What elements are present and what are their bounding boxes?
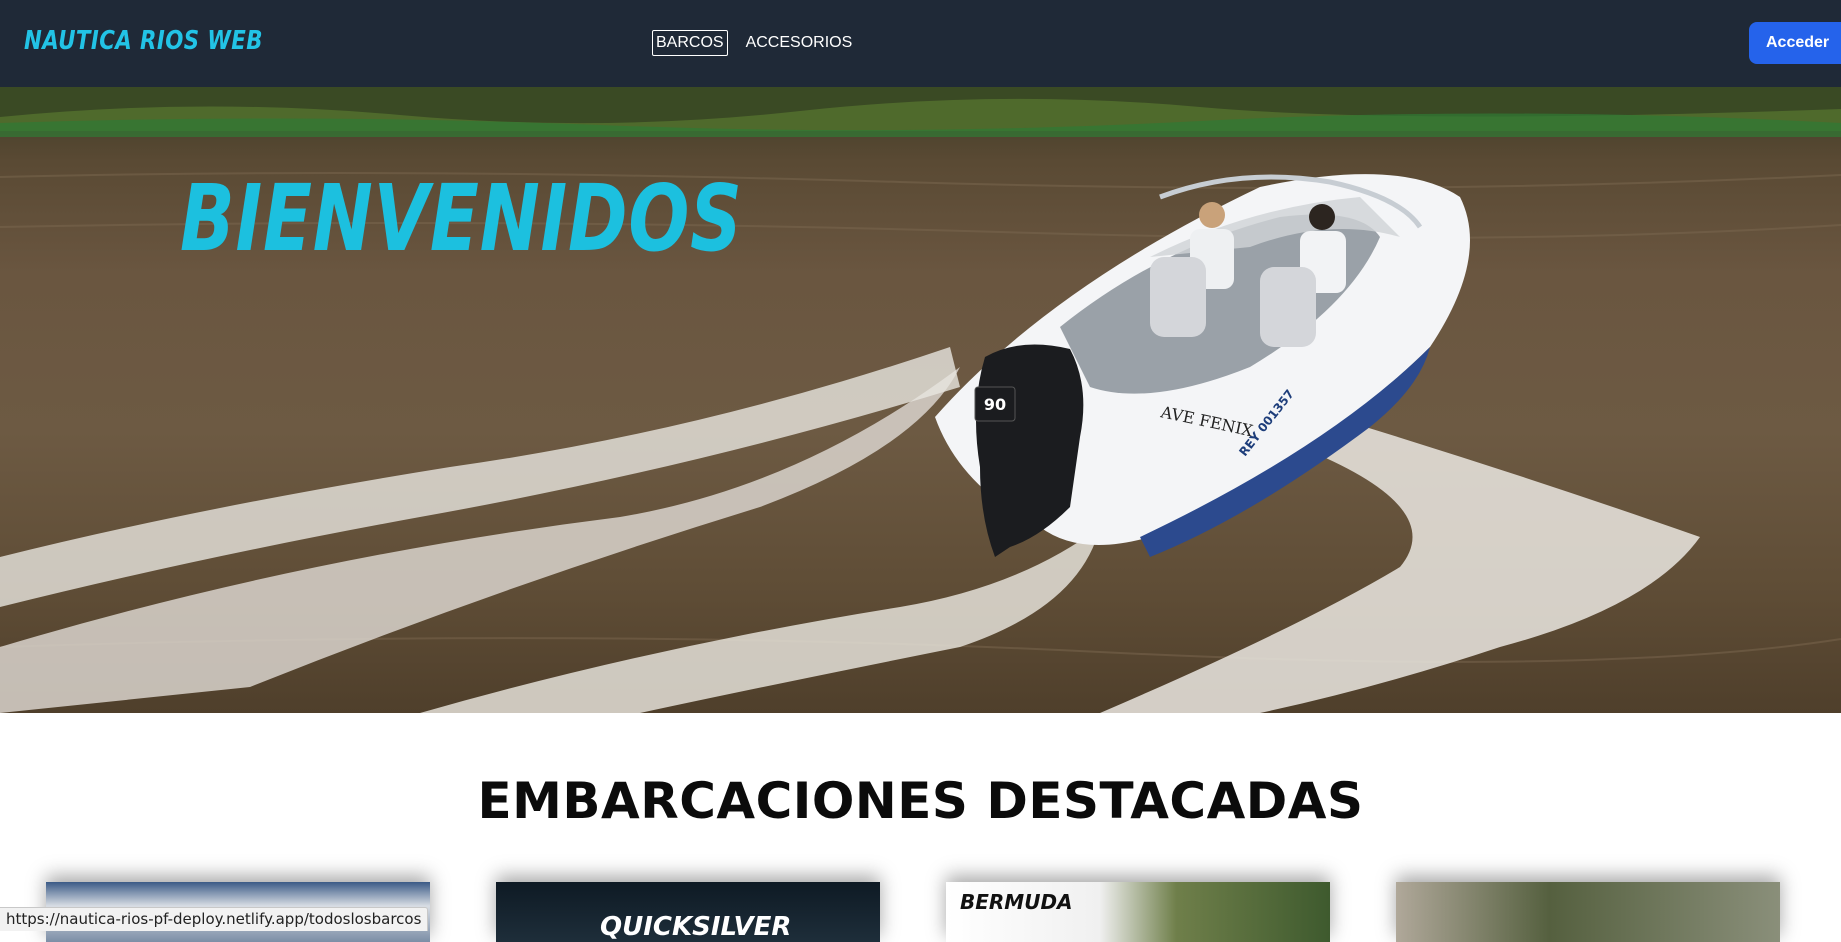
main-nav: BARCOS ACCESORIOS [652, 30, 856, 56]
link-preview-statusbar: https://nautica-rios-pf-deploy.netlify.a… [0, 907, 429, 931]
featured-card-3[interactable]: BERMUDA [946, 882, 1330, 942]
card-brand-label: BERMUDA [960, 890, 1073, 914]
nav-link-barcos[interactable]: BARCOS [652, 30, 728, 56]
motor-label: 90 [984, 395, 1006, 414]
login-button[interactable]: Acceder [1749, 22, 1841, 64]
hero-title: BIENVENIDOS [180, 165, 743, 272]
hero-banner: 90 AVE FENIX REY 001357 BIENVENIDOS [0, 87, 1841, 713]
card-thumbnail [1396, 882, 1780, 942]
brand-logo[interactable]: NAUTICA RIOS WEB [24, 26, 263, 56]
nav-link-accesorios[interactable]: ACCESORIOS [742, 30, 857, 56]
featured-card-2[interactable]: QUICKSILVER [496, 882, 880, 942]
top-navbar: NAUTICA RIOS WEB BARCOS ACCESORIOS Acced… [0, 0, 1841, 87]
featured-title: EMBARCACIONES DESTACADAS [477, 772, 1364, 830]
card-brand-label: QUICKSILVER [600, 912, 792, 942]
featured-card-4[interactable] [1396, 882, 1780, 942]
